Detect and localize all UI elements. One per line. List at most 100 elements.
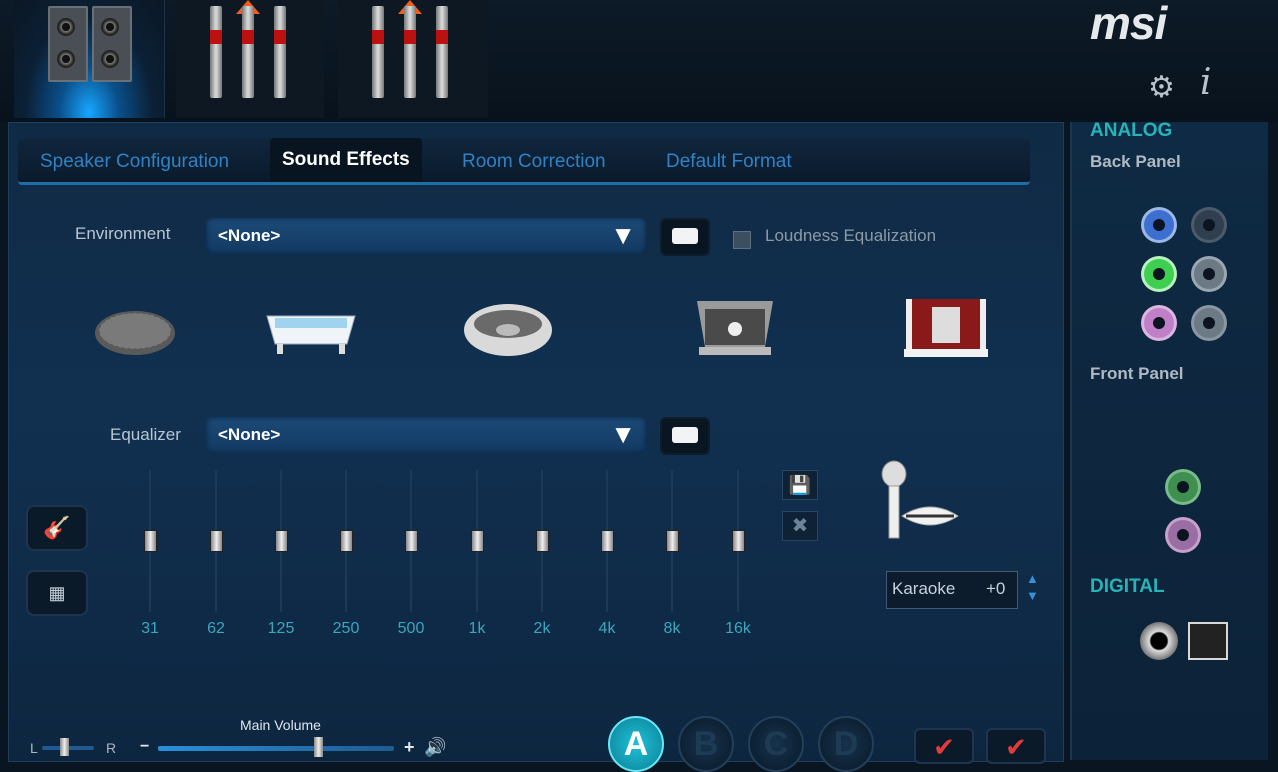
- equalizer-view-button[interactable]: ▦: [26, 570, 88, 616]
- save-eq-button[interactable]: 💾: [782, 470, 818, 500]
- delete-eq-button[interactable]: ✖: [782, 511, 818, 541]
- info-icon[interactable]: i: [1200, 62, 1212, 103]
- tab-speaker-configuration[interactable]: Speaker Configuration: [40, 138, 229, 182]
- loudness-equalization-checkbox[interactable]: [733, 231, 751, 249]
- profile-a-button[interactable]: A: [608, 716, 664, 772]
- theater-icon[interactable]: [900, 290, 992, 370]
- front-jack-green-icon[interactable]: [1168, 472, 1198, 502]
- environment-dropdown[interactable]: <None> ▼: [206, 218, 646, 254]
- back-panel-label: Back Panel: [1090, 152, 1181, 171]
- main-volume-label: Main Volume: [240, 717, 321, 733]
- eq-slider-thumb[interactable]: [340, 530, 353, 552]
- environment-selected: <None>: [218, 226, 281, 245]
- speaker-right-icon: [92, 6, 132, 82]
- checkmark-icon[interactable]: ✔: [914, 728, 974, 764]
- main-volume-slider[interactable]: [158, 746, 394, 751]
- equalizer-dropdown[interactable]: <None> ▼: [206, 417, 646, 453]
- profile-d-button[interactable]: D: [818, 716, 874, 772]
- volume-up-icon[interactable]: +: [404, 737, 415, 758]
- equalizer-toggle[interactable]: [660, 417, 710, 455]
- gear-icon[interactable]: ⚙: [1148, 70, 1175, 105]
- back-jack-grey2-icon[interactable]: [1194, 259, 1224, 289]
- eq-band-slider[interactable]: 250: [333, 470, 359, 650]
- checkmark-edit-icon[interactable]: ✔: [986, 728, 1046, 764]
- profile-c-button[interactable]: C: [748, 716, 804, 772]
- rca-plug-icon: [372, 6, 384, 98]
- back-jack-green-icon[interactable]: [1144, 259, 1174, 289]
- stone-room-icon[interactable]: [90, 290, 180, 370]
- back-jack-blue-icon[interactable]: [1144, 210, 1174, 240]
- line-in-device-tab[interactable]: [176, 0, 324, 118]
- eq-slider-thumb[interactable]: [732, 530, 745, 552]
- environment-label: Environment: [75, 224, 171, 243]
- eq-slider-thumb[interactable]: [666, 530, 679, 552]
- coaxial-jack-icon[interactable]: [1140, 622, 1178, 660]
- tab-room-correction[interactable]: Room Correction: [462, 138, 606, 182]
- rca-plug-icon: [210, 6, 222, 98]
- environment-toggle[interactable]: [660, 218, 710, 256]
- eq-band-slider[interactable]: 2k: [532, 470, 552, 650]
- tab-default-format[interactable]: Default Format: [666, 138, 792, 182]
- front-panel-label: Front Panel: [1090, 364, 1184, 383]
- eq-slider-thumb[interactable]: [210, 530, 223, 552]
- guitar-preset-button[interactable]: 🎸: [26, 505, 88, 551]
- speaker-volume-icon[interactable]: 🔊: [424, 737, 446, 758]
- eq-slider-thumb[interactable]: [601, 530, 614, 552]
- speakers-device-tab[interactable]: [14, 0, 165, 118]
- eq-band-slider[interactable]: 8k: [662, 470, 682, 650]
- volume-down-icon[interactable]: −: [140, 738, 149, 756]
- back-jack-grey-icon[interactable]: [1194, 210, 1224, 240]
- rca-plug-icon: [436, 6, 448, 98]
- eq-slider-thumb[interactable]: [471, 530, 484, 552]
- tab-sound-effects[interactable]: Sound Effects: [270, 138, 422, 182]
- eq-band-label: 250: [332, 620, 360, 637]
- eq-band-slider[interactable]: 4k: [597, 470, 617, 650]
- profile-b-button[interactable]: B: [678, 716, 734, 772]
- eq-band-slider[interactable]: 31: [140, 470, 160, 650]
- balance-right-label: R: [106, 740, 117, 756]
- eq-band-label: 500: [397, 620, 425, 637]
- eq-band-slider[interactable]: 16k: [725, 470, 751, 650]
- analog-heading: ANALOG: [1090, 120, 1173, 141]
- main-volume-thumb[interactable]: [314, 737, 323, 757]
- chevron-down-icon: ▼: [610, 419, 636, 449]
- rca-plug-icon: [274, 6, 286, 98]
- karaoke-stepper[interactable]: ▲ ▼: [1026, 570, 1039, 604]
- chevron-down-icon: ▼: [610, 220, 636, 250]
- optical-jack-icon[interactable]: [1188, 622, 1228, 660]
- eq-graph-icon: ▦: [48, 582, 66, 603]
- close-icon: ✖: [791, 515, 809, 537]
- equalizer-label: Equalizer: [110, 425, 181, 444]
- eq-slider-thumb[interactable]: [144, 530, 157, 552]
- eq-band-slider[interactable]: 125: [268, 470, 294, 650]
- rca-plug-icon: [242, 6, 254, 98]
- tab-bar: Speaker Configuration Sound Effects Room…: [18, 138, 1030, 185]
- stadium-icon[interactable]: [460, 290, 556, 370]
- eq-band-slider[interactable]: 62: [206, 470, 226, 650]
- front-jack-pink-icon[interactable]: [1168, 520, 1198, 550]
- line-out-device-tab[interactable]: [338, 0, 488, 118]
- eq-band-slider[interactable]: 500: [398, 470, 424, 650]
- eq-band-label: 4k: [598, 620, 616, 637]
- eq-band-label: 125: [267, 620, 295, 637]
- back-jack-pink-icon[interactable]: [1144, 308, 1174, 338]
- karaoke-microphone-icon: [872, 458, 962, 548]
- stage-icon[interactable]: [690, 290, 780, 370]
- guitar-icon: 🎸: [43, 515, 71, 540]
- floppy-disk-icon: 💾: [788, 475, 812, 495]
- rca-plug-icon: [404, 6, 416, 98]
- speaker-left-icon: [48, 6, 88, 82]
- eq-slider-thumb[interactable]: [536, 530, 549, 552]
- eq-band-slider[interactable]: 1k: [467, 470, 487, 650]
- balance-thumb[interactable]: [60, 738, 69, 756]
- eq-slider-thumb[interactable]: [275, 530, 288, 552]
- eq-band-label: 2k: [533, 620, 551, 637]
- eq-band-label: 31: [141, 620, 159, 637]
- digital-heading: DIGITAL: [1090, 576, 1165, 597]
- eq-band-label: 16k: [725, 620, 751, 637]
- karaoke-label: Karaoke: [892, 579, 956, 598]
- back-jack-grey3-icon[interactable]: [1194, 308, 1224, 338]
- eq-slider-thumb[interactable]: [405, 530, 418, 552]
- bathtub-icon[interactable]: [258, 290, 364, 370]
- eq-band-label: 8k: [663, 620, 681, 637]
